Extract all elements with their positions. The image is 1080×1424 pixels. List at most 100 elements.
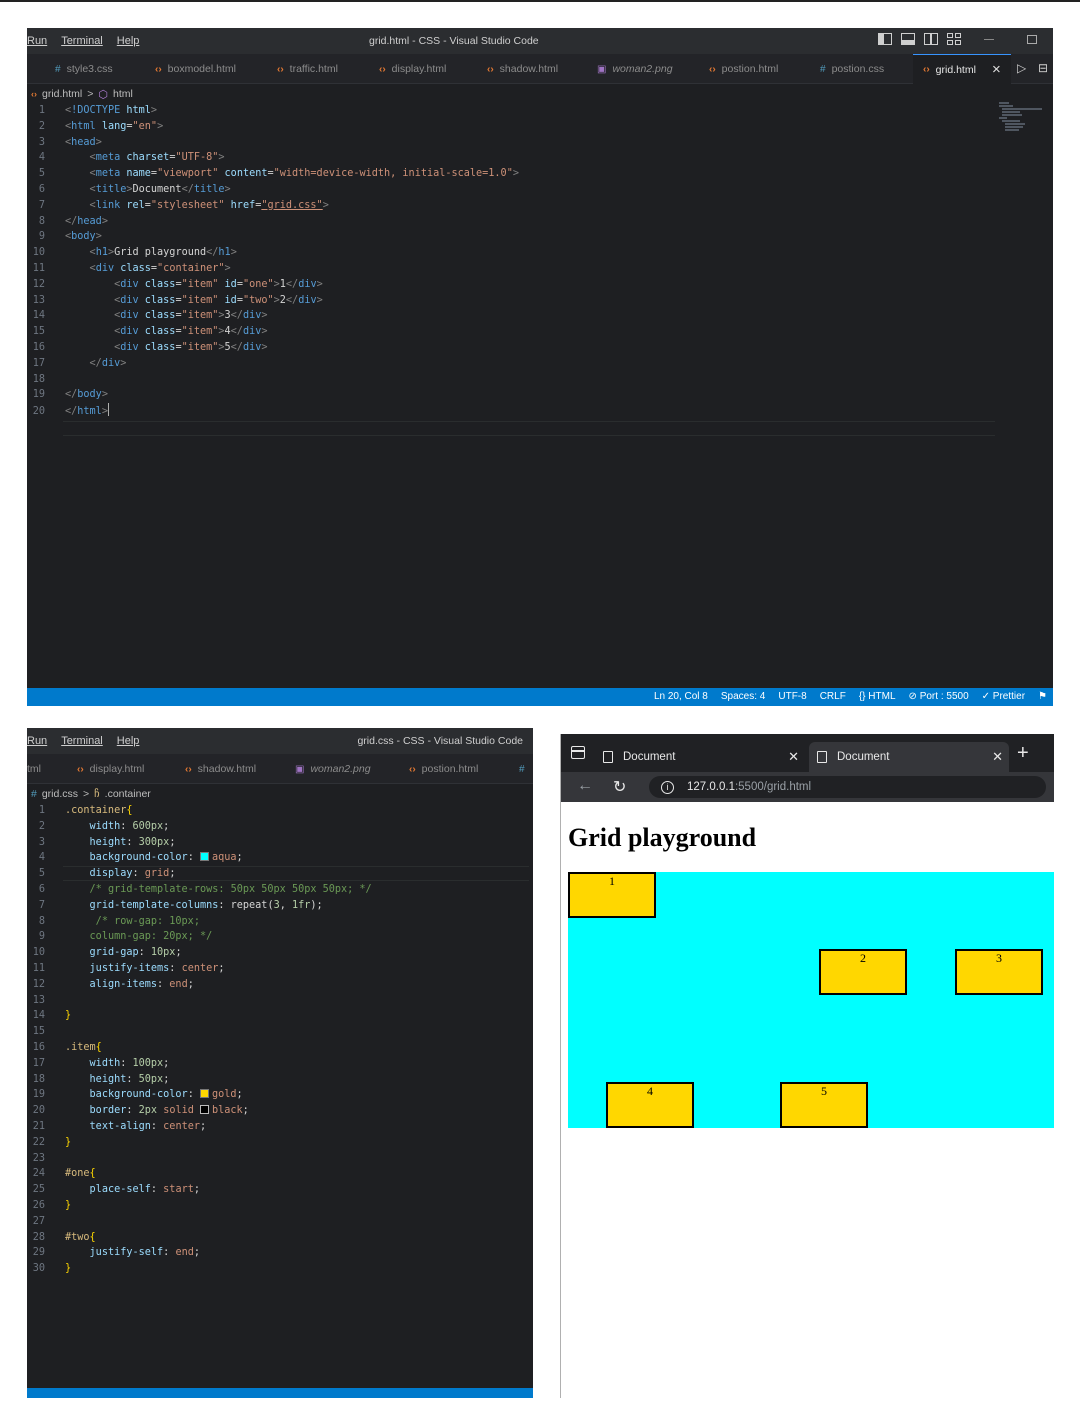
tab-css-partial[interactable]: # — [519, 754, 531, 784]
code-line: 10 grid-gap: 10px; — [32, 947, 182, 959]
tab-postion-html[interactable]: ‹› postion.html — [709, 54, 778, 84]
status-live-server[interactable]: ⊘ Port : 5500 — [909, 691, 969, 702]
url-host: 127.0.0.1 — [687, 781, 735, 793]
image-icon: ▣ — [295, 763, 305, 775]
code-line: 13 — [32, 994, 45, 1006]
grid-item-4: 4 — [606, 1082, 694, 1128]
status-bar — [27, 1388, 533, 1398]
css-hash-icon: # — [55, 63, 61, 75]
site-info-icon[interactable]: i — [661, 780, 674, 794]
code-line: 17 </div> — [32, 357, 127, 369]
breadcrumb: ‹› grid.html > ⬡ html — [27, 85, 1053, 103]
url-field[interactable]: i 127.0.0.1:5500/grid.html — [649, 776, 1046, 798]
tab-display-html[interactable]: ‹› display.html — [77, 754, 144, 784]
tab-boxmodel-html[interactable]: ‹› boxmodel.html — [155, 54, 236, 84]
toggle-sidebar-icon[interactable] — [878, 33, 892, 45]
toggle-secondary-sidebar-icon[interactable] — [924, 33, 938, 45]
html-icon: ‹› — [487, 63, 494, 75]
html-icon: ‹› — [379, 63, 386, 75]
menu-help[interactable]: Help — [117, 735, 140, 747]
close-tab-icon[interactable]: ✕ — [788, 749, 799, 765]
code-line: 10 <h1>Grid playground</h1> — [32, 247, 237, 259]
title-bar: Run Terminal Help grid.css - CSS - Visua… — [27, 728, 533, 754]
tab-display-html[interactable]: ‹› display.html — [379, 54, 446, 84]
status-language[interactable]: {} HTML — [859, 691, 896, 702]
grid-item-3: 3 — [955, 949, 1043, 995]
page-heading: Grid playground — [568, 823, 757, 852]
toggle-panel-icon[interactable] — [901, 33, 915, 45]
tab-postion-css[interactable]: # postion.css — [820, 54, 884, 84]
code-line: 11 <div class="container"> — [32, 263, 231, 274]
tab-traffic-html[interactable]: ‹› traffic.html — [277, 54, 338, 84]
maximize-icon[interactable] — [1027, 34, 1037, 44]
aqua-swatch[interactable] — [199, 852, 209, 862]
breadcrumb-file[interactable]: grid.html — [42, 88, 82, 100]
code-line: 8 </head> — [38, 215, 108, 227]
back-icon[interactable]: ← — [577, 777, 593, 795]
status-prettier[interactable]: ✓ Prettier — [982, 691, 1025, 702]
code-line: 23 — [32, 1152, 45, 1164]
tab-grid-html[interactable]: ‹› grid.html × — [913, 54, 1011, 84]
css-hash-icon: # — [519, 763, 525, 775]
tab-partial-html[interactable]: tml — [27, 754, 41, 784]
status-eol[interactable]: CRLF — [820, 691, 846, 702]
status-cursor-position[interactable]: Ln 20, Col 8 — [654, 691, 708, 702]
browser-tab-1[interactable]: Document ✕ — [603, 742, 805, 772]
code-line: 12 align-items: end; — [32, 978, 194, 990]
code-line: 3 height: 300px; — [38, 836, 176, 848]
html-icon: ‹› — [31, 89, 37, 99]
menu-run[interactable]: Run — [27, 35, 47, 47]
code-line: 24 #one{ — [32, 1168, 96, 1180]
browser-tab-2[interactable]: Document ✕ — [809, 742, 1009, 772]
split-editor-icon[interactable]: ⊟ — [1038, 61, 1048, 75]
menu-help[interactable]: Help — [117, 35, 140, 47]
run-icon[interactable]: ▷ — [1017, 61, 1026, 75]
code-line: 5 <meta name="viewport" content="width=d… — [38, 168, 519, 180]
menu-run[interactable]: Run — [27, 735, 47, 747]
vscode-window-css: Run Terminal Help grid.css - CSS - Visua… — [27, 728, 533, 1398]
tab-actions-icon[interactable] — [571, 746, 585, 759]
grid-container: 1 2 3 4 5 — [568, 872, 1054, 1128]
code-line: 29 justify-self: end; — [32, 1247, 200, 1259]
code-line: 4 background-color: aqua; — [38, 852, 243, 864]
css-hash-icon: # — [820, 63, 826, 75]
html-icon: ‹› — [155, 63, 162, 75]
tab-shadow-html[interactable]: ‹› shadow.html — [185, 754, 256, 784]
code-line: 17 width: 100px; — [32, 1057, 170, 1069]
feedback-icon[interactable]: ⚑ — [1038, 691, 1047, 702]
html-icon: ‹› — [77, 763, 84, 775]
status-indentation[interactable]: Spaces: 4 — [721, 691, 765, 702]
tab-woman2-png[interactable]: ▣ woman2.png — [295, 754, 371, 784]
close-tab-icon[interactable]: ✕ — [992, 749, 1003, 765]
tab-shadow-html[interactable]: ‹› shadow.html — [487, 54, 558, 84]
customize-layout-icon[interactable] — [947, 33, 961, 45]
menu-terminal[interactable]: Terminal — [61, 35, 103, 47]
new-tab-icon[interactable]: + — [1017, 742, 1029, 765]
url-path: :5500/grid.html — [734, 781, 812, 793]
tab-postion-html[interactable]: ‹› postion.html — [409, 754, 478, 784]
menu-terminal[interactable]: Terminal — [61, 735, 103, 747]
editor-tabs: tml ‹› display.html ‹› shadow.html ▣ woman2… — [27, 754, 533, 784]
code-line: 19 background-color: gold; — [32, 1089, 243, 1101]
breadcrumb-symbol[interactable]: html — [113, 88, 133, 100]
close-tab-icon[interactable]: × — [992, 61, 1001, 78]
reload-icon[interactable]: ↻ — [613, 777, 626, 797]
code-line: 20 </html> — [27, 403, 110, 419]
code-line: 21 text-align: center; — [32, 1121, 207, 1132]
code-line: 28 #two{ — [32, 1231, 96, 1243]
code-line: 3 <head> — [38, 136, 102, 148]
tab-woman2-png[interactable]: ▣ woman2.png — [597, 54, 673, 84]
status-encoding[interactable]: UTF-8 — [778, 691, 806, 702]
code-line: 4 <meta charset="UTF-8"> — [38, 152, 225, 164]
minimap[interactable] — [997, 100, 1049, 160]
minimize-icon[interactable] — [984, 38, 994, 40]
gold-swatch[interactable] — [199, 1089, 209, 1099]
code-line: 1 .container{ — [38, 805, 133, 816]
window-controls — [878, 33, 1037, 45]
browser-tab-bar: Document ✕ Document ✕ + — [561, 734, 1054, 772]
black-swatch[interactable] — [200, 1105, 209, 1115]
image-icon: ▣ — [597, 63, 607, 75]
tab-style3-css[interactable]: # style3.css — [55, 54, 113, 84]
breadcrumb-symbol[interactable]: .container — [105, 788, 151, 800]
breadcrumb-file[interactable]: grid.css — [42, 788, 78, 800]
